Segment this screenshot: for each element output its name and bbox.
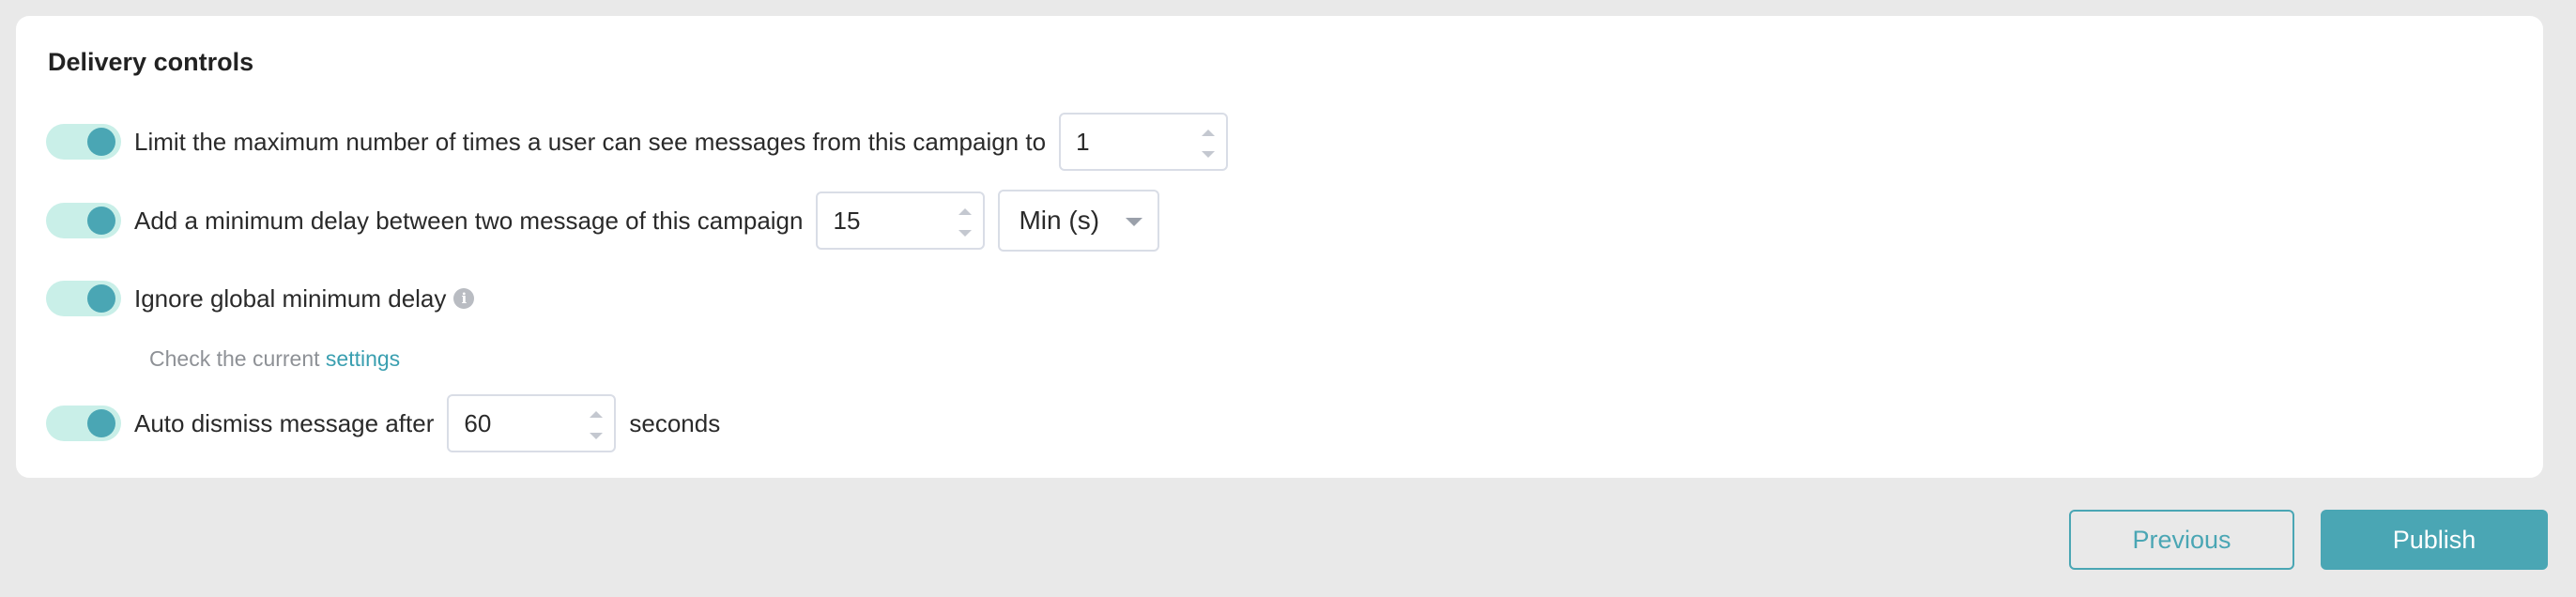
auto-dismiss-input[interactable]: 60 <box>447 394 617 452</box>
toggle-knob <box>87 284 115 313</box>
max-views-label: Limit the maximum number of times a user… <box>134 127 1047 156</box>
auto-dismiss-row: Auto dismiss message after 60 seconds <box>46 394 720 452</box>
section-title: Delivery controls <box>48 48 254 76</box>
auto-dismiss-value: 60 <box>464 408 492 437</box>
min-delay-input[interactable]: 15 <box>816 191 986 250</box>
ignore-global-delay-label: Ignore global minimum delay <box>134 283 447 313</box>
max-views-spinner[interactable] <box>1202 128 1216 160</box>
settings-link[interactable]: settings <box>326 346 400 371</box>
max-views-input[interactable]: 1 <box>1059 113 1229 171</box>
min-delay-label: Add a minimum delay between two message … <box>134 206 804 235</box>
ignore-global-delay-row: Ignore global minimum delay i <box>46 281 475 316</box>
auto-dismiss-toggle[interactable] <box>46 406 121 441</box>
spinner-down-icon[interactable] <box>590 433 604 439</box>
publish-button[interactable]: Publish <box>2321 510 2548 570</box>
spinner-down-icon[interactable] <box>958 230 973 237</box>
auto-dismiss-label: Auto dismiss message after <box>134 408 435 437</box>
delivery-controls-card: Delivery controls Limit the maximum numb… <box>16 16 2543 478</box>
ignore-global-delay-toggle[interactable] <box>46 281 121 316</box>
toggle-knob <box>87 207 115 235</box>
min-delay-row: Add a minimum delay between two message … <box>46 190 1160 252</box>
max-views-toggle[interactable] <box>46 124 121 160</box>
spinner-up-icon[interactable] <box>958 208 973 215</box>
settings-hint: Check the current settings <box>149 346 400 372</box>
delay-unit-value: Min (s) <box>1019 206 1100 235</box>
chevron-down-icon <box>1126 218 1143 226</box>
spinner-down-icon[interactable] <box>1202 151 1216 158</box>
auto-dismiss-suffix: seconds <box>629 408 721 437</box>
spinner-up-icon[interactable] <box>590 411 604 418</box>
min-delay-value: 15 <box>833 206 861 235</box>
toggle-knob <box>87 409 115 437</box>
toggle-knob <box>87 128 115 156</box>
max-views-row: Limit the maximum number of times a user… <box>46 113 1229 171</box>
settings-hint-text: Check the current <box>149 346 320 371</box>
auto-dismiss-spinner[interactable] <box>590 409 604 441</box>
delay-unit-select[interactable]: Min (s) <box>998 190 1160 252</box>
previous-button[interactable]: Previous <box>2069 510 2294 570</box>
spinner-up-icon[interactable] <box>1202 130 1216 136</box>
max-views-value: 1 <box>1076 127 1090 156</box>
min-delay-spinner[interactable] <box>958 207 973 238</box>
info-icon[interactable]: i <box>453 288 475 309</box>
min-delay-toggle[interactable] <box>46 203 121 238</box>
